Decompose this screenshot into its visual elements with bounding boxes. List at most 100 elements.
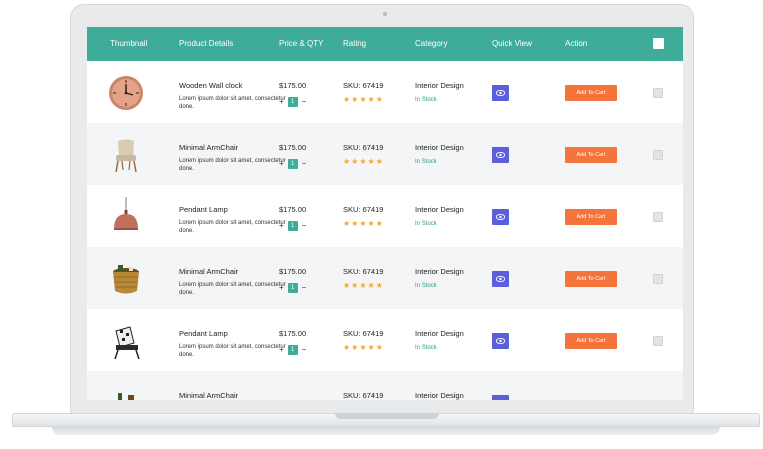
qty-minus-button[interactable]: − — [302, 221, 307, 231]
add-to-cart-button[interactable]: Add To Cart — [565, 85, 617, 101]
qty-plus-button[interactable]: + — [279, 221, 284, 231]
quantity-stepper: + 1 − — [279, 97, 306, 107]
stock-status: In Stock — [415, 221, 437, 227]
pendant-lamp-icon — [114, 197, 138, 230]
quick-view-button[interactable] — [492, 271, 509, 287]
eye-icon — [496, 152, 505, 158]
product-thumbnail — [106, 321, 146, 361]
table-row: Minimal ArmChair + − SKU: 67419 Interior… — [87, 371, 683, 400]
product-description: Lorem ipsum dolor sit amet, consectetur … — [179, 220, 286, 234]
wall-clock-icon — [109, 76, 143, 110]
header-category: Category — [415, 39, 448, 48]
add-to-cart-button[interactable]: Add To Cart — [565, 333, 617, 349]
stock-status: In Stock — [415, 159, 437, 165]
qty-plus-button[interactable]: + — [279, 159, 284, 169]
product-sku: SKU: 67419 — [343, 329, 384, 338]
laptop-base — [12, 413, 760, 441]
table-row: Pendant Lamp Lorem ipsum dolor sit amet,… — [87, 185, 683, 247]
plant-chair-icon — [118, 393, 134, 400]
product-sku: SKU: 67419 — [343, 267, 384, 276]
product-price: $175.00 — [279, 267, 307, 276]
header-thumbnail: Thumbnail — [110, 39, 148, 48]
product-description: Lorem ipsum dolor sit amet, consectetur … — [179, 282, 286, 296]
stock-status: In Stock — [415, 283, 437, 289]
stock-status: In Stock — [415, 345, 437, 351]
product-price: $175.00 — [279, 81, 307, 90]
table-row: Minimal ArmChair Lorem ipsum dolor sit a… — [87, 123, 683, 185]
qty-value[interactable]: 1 — [287, 221, 298, 231]
product-thumbnail — [106, 197, 146, 237]
qty-value[interactable]: 1 — [287, 97, 298, 107]
add-to-cart-button[interactable]: Add To Cart — [565, 147, 617, 163]
product-name: Pendant Lamp — [179, 329, 228, 338]
quantity-stepper: + 1 − — [279, 159, 306, 169]
select-all-checkbox[interactable] — [653, 38, 664, 49]
lounge-chair-icon — [114, 326, 140, 360]
product-name: Wooden Wall clock — [179, 81, 243, 90]
product-category: Interior Design — [415, 205, 464, 214]
header-quick-view: Quick View — [492, 39, 532, 48]
product-category: Interior Design — [415, 143, 464, 152]
product-description: Lorem ipsum dolor sit amet, consectetur … — [179, 158, 286, 172]
product-name: Minimal ArmChair — [179, 143, 239, 152]
star-rating: ★★★★★ — [343, 219, 384, 228]
table-header: Thumbnail Product Details Price & QTY Ra… — [87, 27, 683, 61]
star-rating: ★★★★★ — [343, 281, 384, 290]
qty-minus-button[interactable]: − — [302, 97, 307, 107]
product-category: Interior Design — [415, 81, 464, 90]
qty-value[interactable]: 1 — [287, 345, 298, 355]
eye-icon — [496, 338, 505, 344]
quick-view-button[interactable] — [492, 395, 509, 400]
qty-value[interactable]: 1 — [287, 159, 298, 169]
quick-view-button[interactable] — [492, 209, 509, 225]
qty-plus-button[interactable]: + — [279, 345, 284, 355]
stock-status: In Stock — [415, 97, 437, 103]
product-price: $175.00 — [279, 329, 307, 338]
product-category: Interior Design — [415, 267, 464, 276]
header-price-qty: Price & QTY — [279, 39, 324, 48]
qty-plus-button[interactable]: + — [279, 283, 284, 293]
product-sku: SKU: 67419 — [343, 391, 384, 400]
armchair-icon — [115, 139, 137, 173]
star-rating: ★★★★★ — [343, 157, 384, 166]
qty-plus-button[interactable]: + — [279, 97, 284, 107]
qty-value[interactable]: 1 — [287, 283, 298, 293]
star-rating: ★★★★★ — [343, 95, 384, 104]
product-thumbnail — [106, 73, 146, 113]
table-row: Pendant Lamp Lorem ipsum dolor sit amet,… — [87, 309, 683, 371]
header-product-details: Product Details — [179, 39, 234, 48]
eye-icon — [496, 90, 505, 96]
header-rating: Rating — [343, 39, 367, 48]
row-checkbox[interactable] — [653, 336, 663, 346]
product-price: $175.00 — [279, 143, 307, 152]
row-checkbox[interactable] — [653, 212, 663, 222]
product-sku: SKU: 67419 — [343, 205, 384, 214]
eye-icon — [496, 276, 505, 282]
row-checkbox[interactable] — [653, 88, 663, 98]
quick-view-button[interactable] — [492, 147, 509, 163]
product-name: Minimal ArmChair — [179, 267, 239, 276]
product-sku: SKU: 67419 — [343, 143, 384, 152]
product-price: $175.00 — [279, 205, 307, 214]
wicker-chair-icon — [113, 265, 139, 294]
add-to-cart-button[interactable]: Add To Cart — [565, 209, 617, 225]
qty-minus-button[interactable]: − — [302, 283, 307, 293]
product-thumbnail — [106, 259, 146, 299]
star-rating: ★★★★★ — [343, 343, 384, 352]
eye-icon — [496, 214, 505, 220]
product-description: Lorem ipsum dolor sit amet, consectetur … — [179, 96, 286, 110]
qty-minus-button[interactable]: − — [302, 159, 307, 169]
product-category: Interior Design — [415, 329, 464, 338]
product-table-screen: Thumbnail Product Details Price & QTY Ra… — [87, 27, 683, 400]
row-checkbox[interactable] — [653, 274, 663, 284]
row-checkbox[interactable] — [653, 150, 663, 160]
add-to-cart-button[interactable]: Add To Cart — [565, 271, 617, 287]
quantity-stepper: + 1 − — [279, 283, 306, 293]
qty-minus-button[interactable]: − — [302, 345, 307, 355]
quick-view-button[interactable] — [492, 85, 509, 101]
product-name: Pendant Lamp — [179, 205, 228, 214]
product-thumbnail — [106, 135, 146, 175]
product-description: Lorem ipsum dolor sit amet, consectetur … — [179, 344, 286, 358]
product-sku: SKU: 67419 — [343, 81, 384, 90]
quick-view-button[interactable] — [492, 333, 509, 349]
